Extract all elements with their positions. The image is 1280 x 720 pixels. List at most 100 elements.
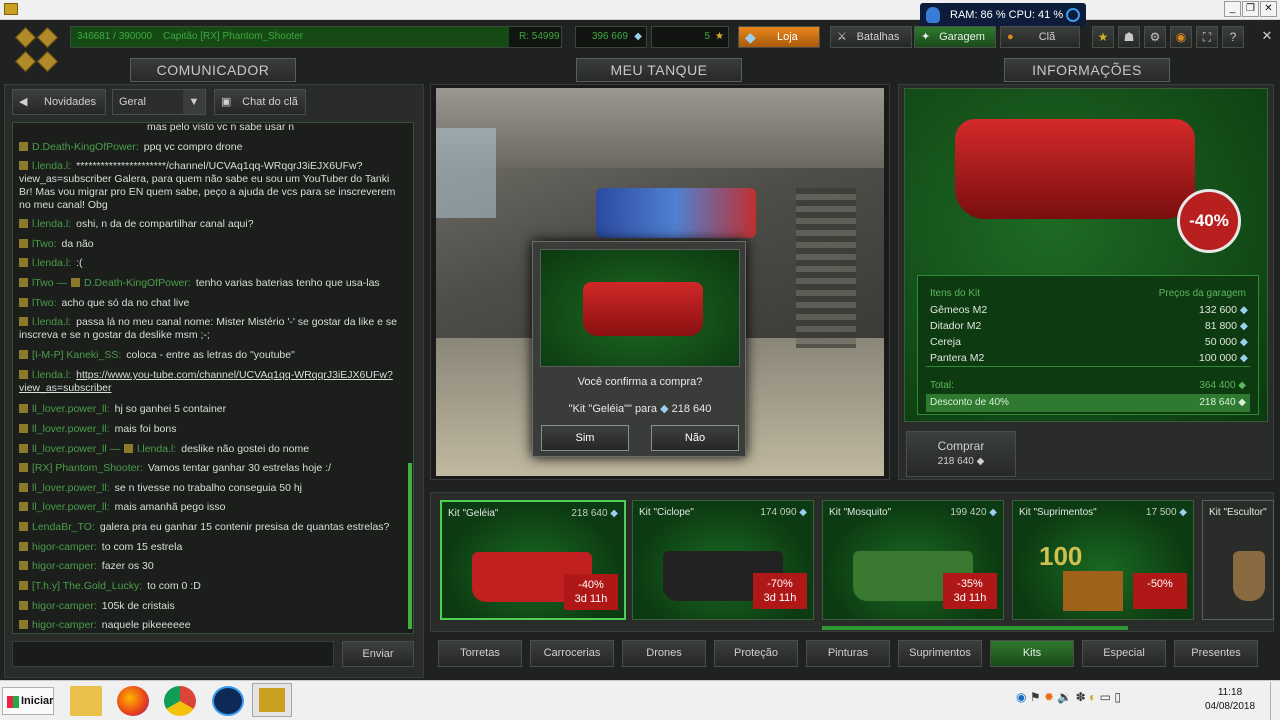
tab-drones[interactable]: Drones xyxy=(622,640,706,667)
chat-nick[interactable]: lTwo: xyxy=(32,297,57,309)
chat-nick[interactable]: ll_lover.power_ll: xyxy=(32,482,110,494)
rank-progress-text: 346681 / 390000 xyxy=(77,31,153,42)
kit-card[interactable]: Kit "Escultor" xyxy=(1202,500,1274,620)
send-button[interactable]: Enviar xyxy=(342,641,414,667)
friends-icon[interactable]: ☗ xyxy=(1118,26,1140,48)
tab-kits[interactable]: Kits xyxy=(990,640,1074,667)
clan-button[interactable]: ● Clã xyxy=(1000,26,1080,48)
chat-nick[interactable]: higor-camper: xyxy=(32,560,97,572)
restore-button[interactable]: ❐ xyxy=(1242,1,1259,17)
chat-nick[interactable]: l.lenda.l: xyxy=(32,257,71,269)
chat-nick[interactable]: l.lenda.l: xyxy=(32,316,71,328)
chat-text: mais amanhã pego isso xyxy=(114,501,226,513)
rank-icon xyxy=(19,278,28,287)
kit-card[interactable]: Kit "Mosquito" 199 420 ◆ -35% 3d 11h xyxy=(822,500,1004,620)
chat-nick[interactable]: l.lenda.l: xyxy=(32,369,71,381)
tanki-online-taskbar-button[interactable] xyxy=(252,683,292,717)
tab-presentes[interactable]: Presentes xyxy=(1174,640,1258,667)
kit-item-price-cell: 81 800 ◆ xyxy=(1205,320,1248,332)
tab-especial[interactable]: Especial xyxy=(1082,640,1166,667)
confirm-no-button[interactable]: Não xyxy=(651,425,739,451)
fullscreen-icon[interactable]: ⛶ xyxy=(1196,26,1218,48)
file-explorer-icon[interactable] xyxy=(70,686,102,716)
chat-nick[interactable]: ll_lover.power_ll: xyxy=(32,403,110,415)
kit-card-price-cell: 218 640 ◆ xyxy=(571,508,618,519)
dialog-price: 218 640 xyxy=(671,403,712,415)
close-button[interactable]: ✕ xyxy=(1260,1,1277,17)
volume-icon[interactable]: 🔉 xyxy=(1057,690,1072,704)
kit-strip-scrollbar-thumb[interactable] xyxy=(822,626,1128,630)
minimize-button[interactable]: _ xyxy=(1224,1,1241,17)
chat-nick[interactable]: [RX] Phantom_Shooter: xyxy=(32,462,143,474)
kit-card[interactable]: Kit "Suprimentos" 17 500 ◆ 100 -50% xyxy=(1012,500,1194,620)
crossed-swords-icon: ⚔ xyxy=(837,31,847,43)
flag-icon[interactable]: ⚑ xyxy=(1030,690,1041,704)
kit-item-name: Cereja xyxy=(930,336,961,348)
bluetooth-icon[interactable]: ✽ xyxy=(1076,690,1086,704)
chat-nick[interactable]: higor-camper: xyxy=(32,600,97,612)
chat-cut-line: mas pelo visto vc n sabe usar n xyxy=(147,122,295,133)
kit-card-discount-badge: -35% 3d 11h xyxy=(943,573,997,609)
achievements-star-icon[interactable]: ★ xyxy=(1092,26,1114,48)
clan-chat-button[interactable]: ▣ Chat do clã xyxy=(214,89,306,115)
security-icon[interactable]: ◐ xyxy=(1089,690,1096,704)
kit-card[interactable]: Kit "Ciclope" 174 090 ◆ -70% 3d 11h xyxy=(632,500,814,620)
chat-nick[interactable]: [I-M-P] Kaneki_SS: xyxy=(32,349,121,361)
chat-message: higor-camper: 105k de cristais xyxy=(19,600,399,613)
rank-icon xyxy=(19,239,28,248)
chat-nick[interactable]: higor-camper: xyxy=(32,619,97,631)
sound-icon[interactable]: ◉ xyxy=(1170,26,1192,48)
chat-nick[interactable]: l.lenda.l: xyxy=(32,218,71,230)
chrome-icon[interactable] xyxy=(164,686,196,716)
tab-proteção[interactable]: Proteção xyxy=(714,640,798,667)
dialog-question: Você confirma a compra? xyxy=(577,376,703,388)
tank-model xyxy=(596,188,756,238)
kit-item-name: Gêmeos M2 xyxy=(930,304,988,316)
chat-nick[interactable]: ll_lover.power_ll: xyxy=(32,423,110,435)
kit-item-row: Pantera M2 100 000 ◆ xyxy=(930,352,1248,366)
chat-nick-target[interactable]: l.lenda.l: xyxy=(137,443,176,455)
chat-nick[interactable]: lTwo: xyxy=(32,238,57,250)
chat-nick[interactable]: [T.h.y] The.Gold_Lucky: xyxy=(32,580,142,592)
kit-card-price: 174 090 xyxy=(760,507,797,518)
kit-card[interactable]: Kit "Geléia" 218 640 ◆ -40% 3d 11h xyxy=(440,500,626,620)
battery-icon[interactable]: ▯ xyxy=(1114,690,1121,704)
start-label: Iniciar xyxy=(21,695,54,707)
blue-ring-icon[interactable]: ◉ xyxy=(1016,690,1026,704)
battles-button[interactable]: ⚔ Batalhas xyxy=(830,26,912,48)
tab-torretas[interactable]: Torretas xyxy=(438,640,522,667)
clock[interactable]: 11:18 04/08/2018 xyxy=(1200,686,1260,714)
chat-nick[interactable]: ll_lover.power_ll — xyxy=(32,443,120,455)
confirm-yes-button[interactable]: Sim xyxy=(541,425,629,451)
firefox-icon[interactable] xyxy=(117,686,149,716)
exit-icon[interactable]: ✕ xyxy=(1256,26,1278,48)
chat-nick[interactable]: ll_lover.power_ll: xyxy=(32,501,110,513)
chat-nick[interactable]: D.Death-KingOfPower: xyxy=(32,141,139,153)
tab-carrocerias[interactable]: Carrocerias xyxy=(530,640,614,667)
shop-button[interactable]: ◆ Loja xyxy=(738,26,820,48)
chat-nick[interactable]: higor-camper: xyxy=(32,541,97,553)
show-desktop-button[interactable] xyxy=(1270,682,1280,720)
kit-item-price: 100 000 xyxy=(1199,352,1237,364)
tab-pinturas[interactable]: Pinturas xyxy=(806,640,890,667)
chat-nick[interactable]: lTwo — xyxy=(32,277,67,289)
rank-icon xyxy=(19,370,28,379)
garage-button[interactable]: ✦ Garagem xyxy=(914,26,996,48)
start-button[interactable]: Iniciar xyxy=(2,687,54,715)
avast-icon[interactable]: ✹ xyxy=(1044,690,1054,704)
chat-nick[interactable]: LendaBr_TO: xyxy=(32,521,95,533)
crystals-counter: 396 669 ◆ xyxy=(575,26,647,48)
buy-button[interactable]: Comprar 218 640 ◆ xyxy=(906,431,1016,477)
chat-scrollbar-thumb[interactable] xyxy=(408,463,412,629)
chat-text: fazer os 30 xyxy=(101,560,154,572)
help-icon[interactable]: ? xyxy=(1222,26,1244,48)
chat-nick[interactable]: l.lenda.l: xyxy=(32,160,71,172)
tab-suprimentos[interactable]: Suprimentos xyxy=(898,640,982,667)
display-icon[interactable]: ▭ xyxy=(1100,690,1111,704)
settings-gear-icon[interactable]: ⚙ xyxy=(1144,26,1166,48)
network-tool-icon[interactable] xyxy=(212,686,244,716)
news-button[interactable]: ◀ Novidades xyxy=(12,89,106,115)
chat-nick-target[interactable]: D.Death-KingOfPower: xyxy=(84,277,191,289)
chat-input[interactable] xyxy=(12,641,334,667)
channel-select[interactable]: Geral ▼ xyxy=(112,89,206,115)
